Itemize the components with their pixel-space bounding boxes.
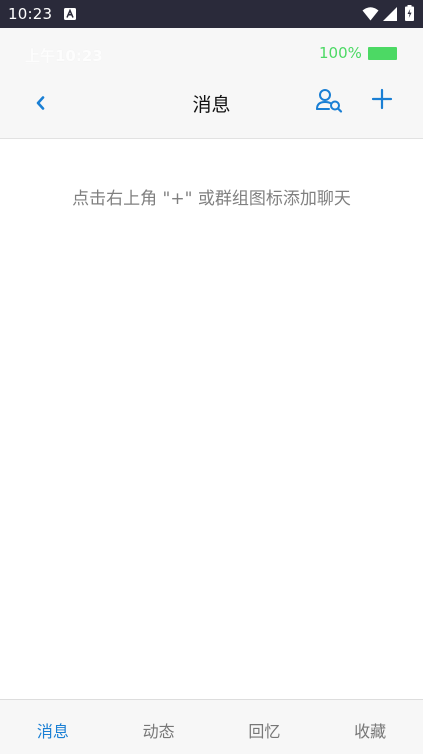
tab-messages[interactable]: 消息 [0,700,106,754]
battery-percentage: 100% [319,44,362,62]
contacts-search-button[interactable] [314,88,344,116]
signal-icon [383,7,397,21]
battery-level-bar [368,47,397,60]
tab-moments[interactable]: 动态 [106,700,212,754]
app-status-row: 上午10:23 100% [0,28,423,80]
wifi-icon [362,7,379,21]
battery-charging-icon [405,5,414,21]
system-status-bar: 10:23 [0,0,423,28]
empty-state-hint: 点击右上角 "+" 或群组图标添加聊天 [72,189,351,209]
message-list-area: 点击右上角 "+" 或群组图标添加聊天 [0,139,423,699]
app-header: 上午10:23 100% 消息 [0,28,423,139]
back-button[interactable] [28,86,56,118]
tab-memories[interactable]: 回忆 [212,700,318,754]
contacts-search-icon [316,89,343,113]
nav-bar: 消息 [0,80,423,124]
system-time: 10:23 [8,5,53,23]
bottom-tab-bar: 消息 动态 回忆 收藏 [0,699,423,754]
notification-a-icon [64,8,76,20]
add-chat-button[interactable] [369,86,395,112]
page-title: 消息 [192,94,231,116]
plus-icon [371,88,393,110]
chevron-left-icon [36,96,45,110]
tab-favorites[interactable]: 收藏 [317,700,423,754]
app-status-time: 上午10:23 [25,47,103,65]
